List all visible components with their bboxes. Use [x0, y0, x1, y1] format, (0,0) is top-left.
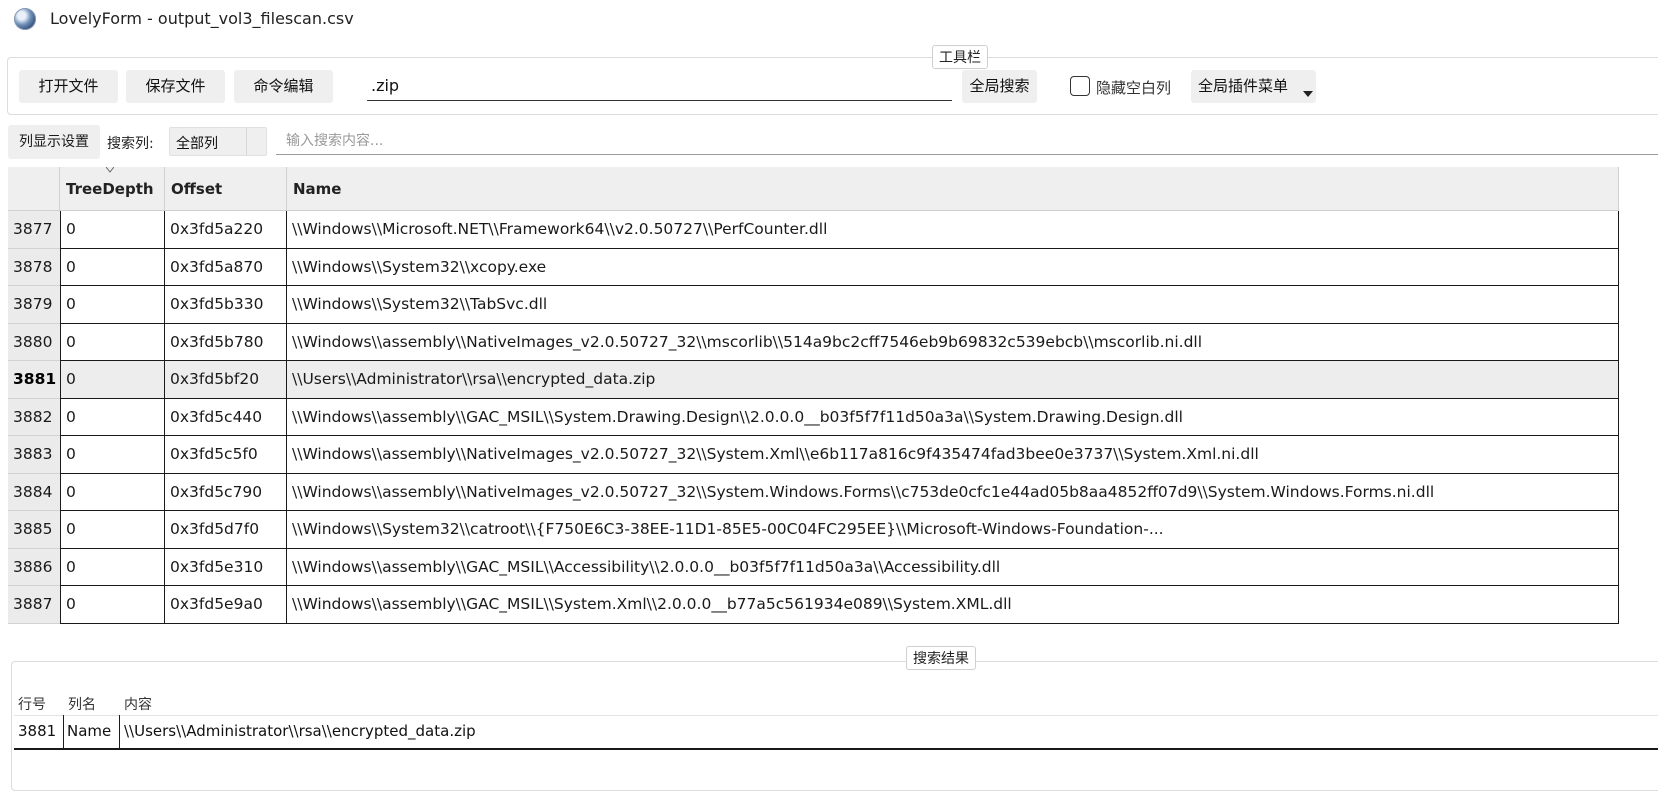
cell-depth[interactable]: 0 [60, 436, 165, 474]
row-number[interactable]: 3887 [8, 586, 60, 624]
column-header-label: TreeDepth [66, 180, 154, 198]
row-number[interactable]: 3886 [8, 548, 60, 586]
cell-name[interactable]: \\Windows\\System32\\catroot\\{F750E6C3-… [287, 511, 1619, 549]
cell-offset[interactable]: 0x3fd5d7f0 [165, 511, 287, 549]
hide-blank-columns-label[interactable]: 隐藏空白列 [1096, 77, 1171, 98]
result-content[interactable]: \\Users\\Administrator\\rsa\\encrypted_d… [124, 715, 476, 750]
row-number[interactable]: 3878 [8, 248, 60, 286]
title-bar: LovelyForm - output_vol3_filescan.csv [0, 0, 1658, 38]
row-number[interactable]: 3877 [8, 211, 60, 249]
results-header-line: 行号 [18, 697, 46, 713]
row-number[interactable]: 3880 [8, 323, 60, 361]
globe-icon [14, 8, 36, 30]
row-number[interactable]: 3879 [8, 286, 60, 324]
column-header-offset[interactable]: Offset [165, 167, 287, 211]
results-column-separator [119, 715, 120, 750]
cell-depth[interactable]: 0 [60, 398, 165, 436]
column-header-treedepth[interactable]: TreeDepth [60, 167, 165, 211]
cell-depth[interactable]: 0 [60, 211, 165, 249]
cell-name[interactable]: \\Windows\\Microsoft.NET\\Framework64\\v… [287, 211, 1619, 249]
column-header-label: Offset [171, 180, 223, 198]
save-file-button[interactable]: 保存文件 [126, 70, 225, 103]
cell-name[interactable]: \\Windows\\System32\\xcopy.exe [287, 248, 1619, 286]
hide-blank-columns-checkbox[interactable] [1070, 76, 1090, 96]
table-row[interactable]: 3883 0 0x3fd5c5f0 \\Windows\\assembly\\Nati… [8, 436, 1619, 474]
search-column-value: 全部列 [176, 136, 218, 152]
results-row-border [14, 748, 1658, 750]
cell-offset[interactable]: 0x3fd5a220 [165, 211, 287, 249]
cell-offset[interactable]: 0x3fd5bf20 [165, 361, 287, 399]
cell-depth[interactable]: 0 [60, 286, 165, 324]
filter-field [276, 127, 1658, 155]
cell-depth[interactable]: 0 [60, 586, 165, 624]
results-column-separator [63, 715, 64, 750]
window-title: LovelyForm - output_vol3_filescan.csv [50, 9, 354, 28]
data-grid: TreeDepth Offset Name 3877 0 0x3fd5a220 \\W… [8, 167, 1658, 639]
table-row[interactable]: 3885 0 0x3fd5d7f0 \\Windows\\System32\\catr… [8, 511, 1619, 549]
column-header-name[interactable]: Name [287, 167, 1619, 211]
cell-depth[interactable]: 0 [60, 361, 165, 399]
cell-depth[interactable]: 0 [60, 323, 165, 361]
cell-offset[interactable]: 0x3fd5c790 [165, 473, 287, 511]
search-column-select[interactable]: 全部列 [169, 127, 267, 156]
search-column-label: 搜索列: [107, 136, 154, 152]
filter-input[interactable] [276, 127, 1658, 154]
cell-offset[interactable]: 0x3fd5e310 [165, 548, 287, 586]
row-header-corner[interactable] [8, 167, 60, 211]
cell-name[interactable]: \\Windows\\assembly\\GAC_MSIL\\System.Dr… [287, 398, 1619, 436]
cell-name[interactable]: \\Windows\\assembly\\NativeImages_v2.0.5… [287, 473, 1619, 511]
table-row[interactable]: 3878 0 0x3fd5a870 \\Windows\\System32\\xcop… [8, 248, 1619, 286]
column-settings-button[interactable]: 列显示设置 [8, 125, 100, 159]
dropdown-arrow-icon[interactable] [1303, 91, 1313, 97]
cell-offset[interactable]: 0x3fd5b330 [165, 286, 287, 324]
table-row[interactable]: 3882 0 0x3fd5c440 \\Windows\\assembly\\GAC_… [8, 398, 1619, 436]
global-search-field [367, 71, 952, 101]
cell-depth[interactable]: 0 [60, 548, 165, 586]
sort-caret-icon [106, 167, 114, 173]
cell-offset[interactable]: 0x3fd5e9a0 [165, 586, 287, 624]
cell-offset[interactable]: 0x3fd5c5f0 [165, 436, 287, 474]
cell-depth[interactable]: 0 [60, 473, 165, 511]
global-plugin-menu-button[interactable]: 全局插件菜单 [1191, 70, 1316, 103]
cell-offset[interactable]: 0x3fd5b780 [165, 323, 287, 361]
toolbar-legend: 工具栏 [932, 45, 988, 69]
row-number[interactable]: 3883 [8, 436, 60, 474]
search-results-legend: 搜索结果 [906, 646, 976, 670]
cell-depth[interactable]: 0 [60, 511, 165, 549]
row-number[interactable]: 3885 [8, 511, 60, 549]
table-row[interactable]: 3881 0 0x3fd5bf20 \\Users\\Administrator\\r… [8, 361, 1619, 399]
table-row[interactable]: 3887 0 0x3fd5e9a0 \\Windows\\assembly\\GAC_… [8, 586, 1619, 624]
table-row[interactable]: 3880 0 0x3fd5b780 \\Windows\\assembly\\Nati… [8, 323, 1619, 361]
cell-name[interactable]: \\Windows\\assembly\\GAC_MSIL\\System.Xm… [287, 586, 1619, 624]
cell-name[interactable]: \\Windows\\assembly\\GAC_MSIL\\Accessibi… [287, 548, 1619, 586]
column-header-label: Name [293, 180, 342, 198]
global-search-button[interactable]: 全局搜索 [962, 70, 1037, 103]
row-number[interactable]: 3884 [8, 473, 60, 511]
row-number[interactable]: 3882 [8, 398, 60, 436]
results-header-column: 列名 [68, 697, 96, 713]
table-row[interactable]: 3886 0 0x3fd5e310 \\Windows\\assembly\\GAC_… [8, 548, 1619, 586]
table-row[interactable]: 3879 0 0x3fd5b330 \\Windows\\System32\\TabS… [8, 286, 1619, 324]
global-search-input[interactable] [367, 71, 952, 100]
result-column-name[interactable]: Name [67, 715, 111, 750]
combo-divider [246, 128, 247, 155]
cell-name[interactable]: \\Windows\\assembly\\NativeImages_v2.0.5… [287, 323, 1619, 361]
open-file-button[interactable]: 打开文件 [19, 70, 118, 103]
cell-name[interactable]: \\Windows\\assembly\\NativeImages_v2.0.5… [287, 436, 1619, 474]
table-row[interactable]: 3877 0 0x3fd5a220 \\Windows\\Microsoft.NET\… [8, 211, 1619, 249]
cell-offset[interactable]: 0x3fd5c440 [165, 398, 287, 436]
results-header-content: 内容 [124, 697, 152, 713]
cell-offset[interactable]: 0x3fd5a870 [165, 248, 287, 286]
result-line-number[interactable]: 3881 [18, 715, 56, 750]
command-edit-button[interactable]: 命令编辑 [234, 70, 333, 103]
cell-name[interactable]: \\Windows\\System32\\TabSvc.dll [287, 286, 1619, 324]
table-row[interactable]: 3884 0 0x3fd5c790 \\Windows\\assembly\\Nati… [8, 473, 1619, 511]
row-number[interactable]: 3881 [8, 361, 60, 399]
cell-depth[interactable]: 0 [60, 248, 165, 286]
cell-name[interactable]: \\Users\\Administrator\\rsa\\encrypted_d… [287, 361, 1619, 399]
